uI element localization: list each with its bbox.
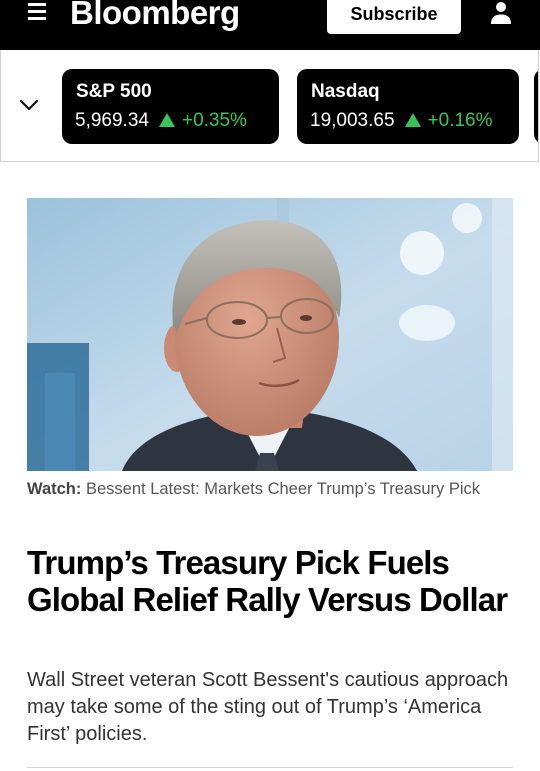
article-hero-image[interactable]	[27, 198, 513, 471]
top-navigation-bar: Bloomberg Subscribe	[0, 0, 540, 50]
hamburger-menu-icon[interactable]	[28, 3, 46, 20]
ticker-value: 5,969.34	[75, 110, 149, 131]
article-summary: Wall Street veteran Scott Bessent's caut…	[27, 669, 509, 745]
triangle-up-icon	[158, 113, 175, 127]
ticker-card-sp500[interactable]: S&P 500 5,969.34 +0.35%	[62, 69, 279, 144]
brand-logo[interactable]: Bloomberg	[70, 0, 240, 35]
ticker-card-nasdaq[interactable]: Nasdaq 19,003.65 +0.16%	[297, 69, 519, 144]
ticker-quote-row: 5,969.34 +0.35%	[75, 110, 247, 132]
caption-text: Bessent Latest: Markets Cheer Trump’s Tr…	[85, 480, 480, 498]
subscribe-button[interactable]: Subscribe	[327, 0, 461, 34]
user-icon[interactable]	[489, 2, 513, 24]
market-ticker-strip: S&P 500 5,969.34 +0.35% Nasdaq 19,003.65 +…	[0, 50, 539, 162]
divider	[27, 767, 513, 768]
video-caption-link[interactable]: Watch: Bessent Latest: Markets Cheer Tru…	[27, 479, 513, 500]
chevron-down-icon[interactable]	[16, 95, 42, 117]
article-headline[interactable]: Trump’s Treasury Pick Fuels Global Relie…	[27, 544, 517, 618]
ticker-name: S&P 500	[76, 81, 152, 102]
ticker-change: +0.16%	[427, 110, 493, 131]
caption-label: Watch:	[27, 480, 82, 498]
ticker-quote-row: 19,003.65 +0.16%	[310, 110, 493, 132]
ticker-name: Nasdaq	[311, 81, 380, 102]
ticker-value: 19,003.65	[310, 110, 395, 131]
ticker-change: +0.35%	[181, 110, 247, 131]
triangle-up-icon	[404, 113, 421, 127]
ticker-card-next-partial[interactable]	[534, 69, 538, 144]
